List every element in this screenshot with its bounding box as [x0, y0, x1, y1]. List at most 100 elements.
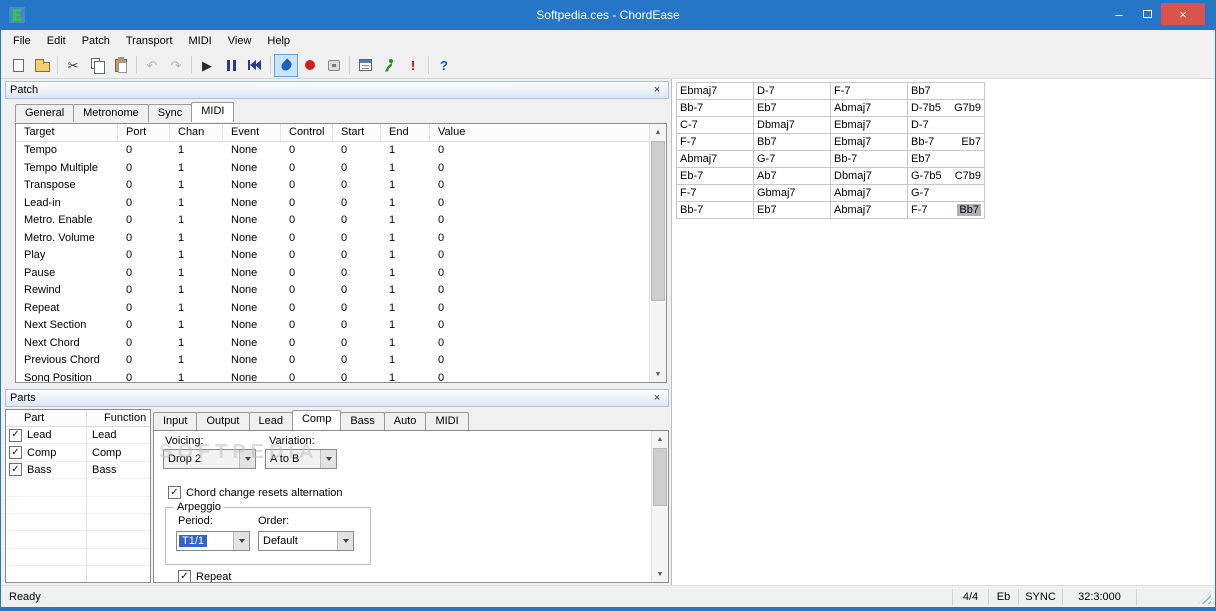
chord-cell[interactable]: Bb-7	[676, 201, 754, 219]
chord[interactable]: G-7b5	[911, 170, 942, 182]
parts-tab-bass[interactable]: Bass	[340, 412, 385, 430]
chord-cell[interactable]: F-7	[830, 82, 908, 100]
chord[interactable]: Abmaj7	[834, 187, 871, 199]
column-header-start[interactable]: Start	[333, 124, 381, 141]
period-dropdown-icon[interactable]	[233, 532, 249, 550]
chord[interactable]: Bb-7	[680, 102, 703, 114]
parts-tab-output[interactable]: Output	[196, 412, 250, 430]
chord-cell[interactable]: Ebmaj7	[676, 82, 754, 100]
chord[interactable]: F-7	[680, 187, 697, 199]
chord[interactable]: G-7	[757, 153, 775, 165]
punch-button[interactable]	[322, 54, 346, 77]
column-header-function[interactable]: Function	[86, 410, 146, 426]
chord-cell[interactable]: Ab7	[753, 167, 831, 185]
column-header-value[interactable]: Value	[430, 124, 649, 141]
part-checkbox[interactable]: ✓	[9, 446, 22, 460]
parts-row-empty[interactable]	[6, 497, 150, 514]
chord-cell[interactable]: Dbmaj7	[830, 167, 908, 185]
help-button[interactable]: ?	[432, 54, 456, 77]
voicing-select[interactable]: Drop 2	[163, 449, 256, 469]
chord-cell[interactable]: Gbmaj7	[753, 184, 831, 202]
chord[interactable]: Eb7	[961, 136, 981, 148]
chord-cell[interactable]: G-7b5 C7b9	[907, 167, 985, 185]
redo-button[interactable]: ↷	[164, 54, 188, 77]
period-select[interactable]: T1/1	[176, 531, 250, 551]
column-header-part[interactable]: Part	[6, 410, 86, 426]
variation-select[interactable]: A to B	[265, 449, 337, 469]
parts-tab-auto[interactable]: Auto	[383, 412, 427, 430]
chord[interactable]: Dbmaj7	[757, 119, 795, 131]
chord[interactable]: D-7	[757, 85, 775, 97]
minimize-button[interactable]: –	[1105, 3, 1133, 25]
chord-cell[interactable]: Eb7	[753, 201, 831, 219]
menu-item-transport[interactable]: Transport	[118, 32, 181, 50]
menu-item-edit[interactable]: Edit	[39, 32, 74, 50]
chord[interactable]: Bb-7	[680, 204, 703, 216]
chord-cell[interactable]: Abmaj7	[830, 201, 908, 219]
parts-scrollbar[interactable]: ▲ ▼	[651, 431, 668, 582]
chord[interactable]: Ebmaj7	[834, 119, 871, 131]
menu-item-patch[interactable]: Patch	[74, 32, 118, 50]
chord[interactable]: Bb7	[957, 204, 981, 216]
parts-row-empty[interactable]	[6, 479, 150, 497]
rewind-button[interactable]	[243, 54, 267, 77]
parts-tab-midi[interactable]: MIDI	[425, 412, 469, 430]
column-header-chan[interactable]: Chan	[170, 124, 223, 141]
chord[interactable]: Ab7	[757, 170, 777, 182]
chord-cell[interactable]: Eb7	[907, 150, 985, 168]
menu-item-file[interactable]: File	[5, 32, 39, 50]
patch-tab-midi[interactable]: MIDI	[191, 102, 235, 122]
parts-row-lead[interactable]: ✓ Lead Lead	[6, 427, 150, 445]
chord[interactable]: Bb-7	[834, 153, 857, 165]
chord-cell[interactable]: Eb7	[753, 99, 831, 117]
chord[interactable]: D-7	[911, 119, 929, 131]
patch-tab-metronome[interactable]: Metronome	[73, 104, 149, 122]
parts-tab-lead[interactable]: Lead	[248, 412, 293, 430]
parts-tab-comp[interactable]: Comp	[291, 410, 342, 430]
patch-scrollbar-thumb[interactable]	[651, 141, 665, 301]
chord[interactable]: G7b9	[954, 102, 981, 114]
patch-row-next-chord[interactable]: Next Chord 0 1 None 0 0 1 0	[16, 335, 649, 353]
chord-cell[interactable]: Abmaj7	[676, 150, 754, 168]
chord[interactable]: Eb7	[757, 102, 777, 114]
patch-row-previous-chord[interactable]: Previous Chord 0 1 None 0 0 1 0	[16, 352, 649, 370]
patch-tab-general[interactable]: General	[15, 104, 75, 122]
chord[interactable]: Abmaj7	[680, 153, 717, 165]
patch-row-next-section[interactable]: Next Section 0 1 None 0 0 1 0	[16, 317, 649, 335]
chord-cell[interactable]: Ebmaj7	[830, 116, 908, 134]
patch-scrollbar[interactable]: ▲ ▼	[649, 124, 666, 382]
chord-cell[interactable]: F-7	[676, 184, 754, 202]
chord-cell[interactable]: C-7	[676, 116, 754, 134]
repeat-checkbox[interactable]: ✓	[178, 570, 191, 582]
order-select[interactable]: Default	[258, 531, 354, 551]
chord[interactable]: Bb-7	[911, 136, 934, 148]
patch-row-repeat[interactable]: Repeat 0 1 None 0 0 1 0	[16, 300, 649, 318]
column-header-control[interactable]: Control	[281, 124, 333, 141]
chord[interactable]: C7b9	[955, 170, 981, 182]
chord-cell[interactable]: G-7	[907, 184, 985, 202]
parts-close-icon[interactable]: ×	[650, 391, 664, 405]
chord-cell[interactable]: D-7	[907, 116, 985, 134]
scroll-down-icon[interactable]: ▼	[650, 366, 666, 382]
chord-cell[interactable]: Bb-7	[676, 99, 754, 117]
pause-button[interactable]	[219, 54, 243, 77]
patch-row-lead-in[interactable]: Lead-in 0 1 None 0 0 1 0	[16, 195, 649, 213]
patch-close-icon[interactable]: ×	[650, 83, 664, 97]
chord[interactable]: F-7	[834, 85, 851, 97]
play-button[interactable]: ▶	[195, 54, 219, 77]
repeat-checkbox-row[interactable]: ✓ Repeat	[178, 570, 231, 582]
chord-cell[interactable]: Eb-7	[676, 167, 754, 185]
part-checkbox[interactable]: ✓	[9, 428, 22, 442]
patch-row-metro-volume[interactable]: Metro. Volume 0 1 None 0 0 1 0	[16, 230, 649, 248]
parts-row-empty[interactable]	[6, 514, 150, 532]
chord[interactable]: Dbmaj7	[834, 170, 872, 182]
scroll-up-icon[interactable]: ▲	[652, 431, 668, 447]
chord[interactable]: Ebmaj7	[834, 136, 871, 148]
chord-change-checkbox[interactable]: ✓	[168, 486, 181, 499]
close-button[interactable]: ×	[1161, 3, 1205, 25]
chord-cell[interactable]: Abmaj7	[830, 99, 908, 117]
chord-cell[interactable]: F-7 Bb7	[907, 201, 985, 219]
loop-button[interactable]	[274, 53, 298, 77]
patch-row-song-position[interactable]: Song Position 0 1 None 0 0 1 0	[16, 370, 649, 383]
chord[interactable]: F-7	[680, 136, 697, 148]
